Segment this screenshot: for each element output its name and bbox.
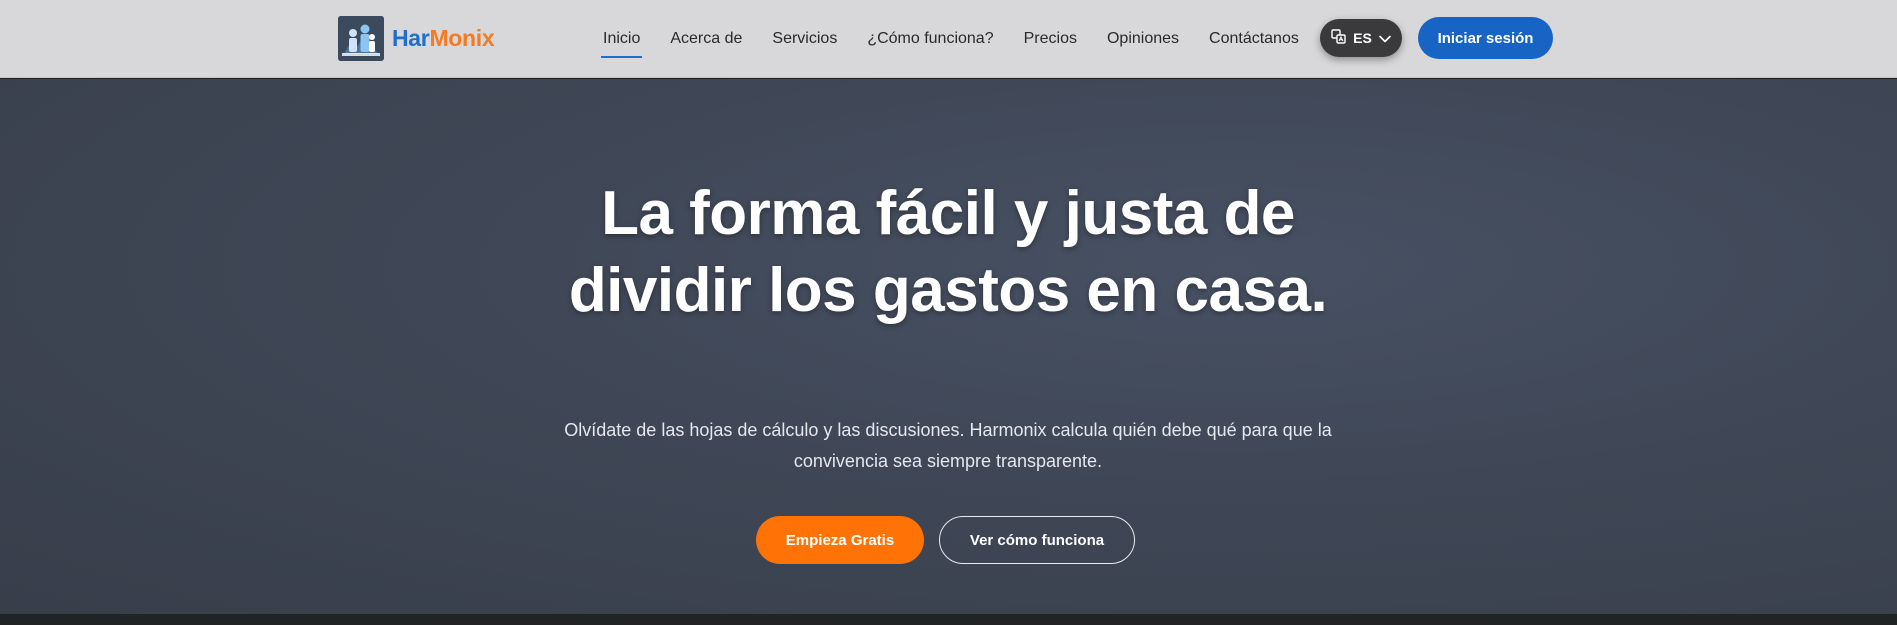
- hero-subtitle: Olvídate de las hojas de cálculo y las d…: [564, 420, 1332, 471]
- family-logo-icon: [338, 16, 384, 61]
- language-code: ES: [1353, 30, 1372, 46]
- login-button[interactable]: Iniciar sesión: [1418, 17, 1553, 59]
- brand-name-monix: Monix: [429, 25, 495, 51]
- nav-link-opiniones[interactable]: Opiniones: [1107, 0, 1179, 78]
- translate-icon: [1331, 29, 1346, 47]
- brand-name: HarMonix: [392, 25, 495, 52]
- brand[interactable]: HarMonix: [338, 16, 495, 61]
- nav-link-contactanos[interactable]: Contáctanos: [1209, 0, 1299, 78]
- language-selector[interactable]: ES: [1320, 19, 1402, 57]
- nav-link-precios[interactable]: Precios: [1024, 0, 1077, 78]
- next-section-edge: [0, 614, 1897, 625]
- hero-title: La forma fácil y justa de dividir los ga…: [568, 179, 1328, 325]
- hero-section: La forma fácil y justa de dividir los ga…: [0, 79, 1897, 614]
- navbar: HarMonix Inicio Acerca de Servicios ¿Cóm…: [0, 0, 1897, 78]
- start-free-button[interactable]: Empieza Gratis: [756, 516, 924, 564]
- nav-link-inicio[interactable]: Inicio: [600, 0, 643, 78]
- brand-name-har: Har: [392, 25, 430, 51]
- nav-link-servicios[interactable]: Servicios: [772, 0, 837, 78]
- chevron-down-icon: [1379, 30, 1391, 46]
- nav-link-acerca-de[interactable]: Acerca de: [670, 0, 742, 78]
- main-nav: Inicio Acerca de Servicios ¿Cómo funcion…: [600, 0, 1329, 78]
- nav-link-como-funciona[interactable]: ¿Cómo funciona?: [867, 0, 993, 78]
- see-how-it-works-button[interactable]: Ver cómo funciona: [939, 516, 1135, 564]
